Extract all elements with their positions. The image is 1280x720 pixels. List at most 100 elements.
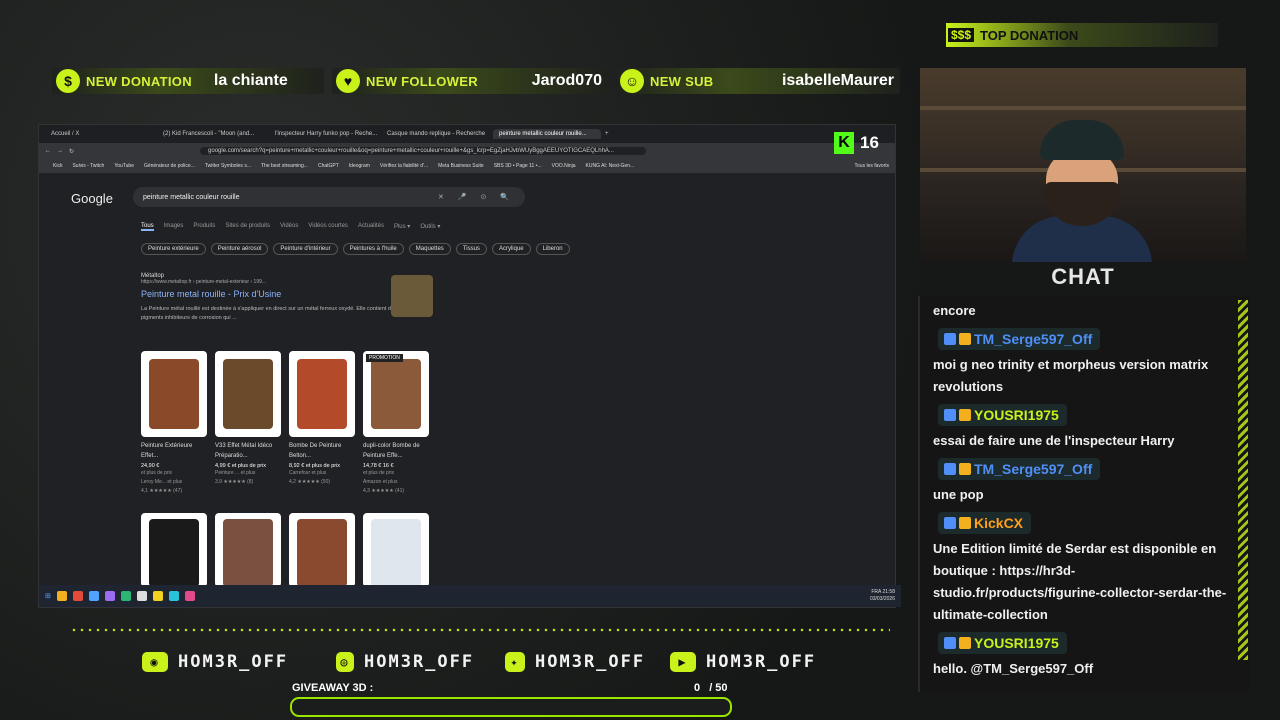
- taskbar-app-icon[interactable]: [120, 591, 131, 601]
- taskbar-app-icon[interactable]: [72, 591, 83, 601]
- browser-tab-active[interactable]: peinture metallic couleur rouille...: [493, 129, 601, 139]
- tab-images[interactable]: Images: [164, 223, 184, 231]
- tab-plus[interactable]: Plus ▾: [394, 223, 410, 231]
- clock-time: 21:58: [882, 589, 895, 595]
- start-icon[interactable]: ⊞: [45, 592, 51, 600]
- filter-chip[interactable]: Maquettes: [408, 243, 451, 255]
- chat-username[interactable]: TM_Serge597_Off: [938, 458, 1101, 480]
- social-twitter: ✦ HOM3R_OFF: [505, 652, 645, 672]
- taskbar-app-icon[interactable]: [168, 591, 179, 601]
- product-image[interactable]: [289, 513, 355, 587]
- taskbar-app-icon[interactable]: [88, 591, 99, 601]
- search-tools-icons[interactable]: ✕ 🎤 ⊙ 🔍: [438, 193, 515, 201]
- product-extra: et plus de prix: [363, 470, 395, 476]
- follower-label: NEW FOLLOWER: [366, 73, 478, 89]
- bookmark-item[interactable]: Suivis - Twitch: [72, 163, 104, 169]
- product-image[interactable]: PROMOTION: [363, 351, 429, 437]
- product-card[interactable]: PROMOTION dupli-color Bombe de Peinture …: [363, 351, 429, 496]
- browser-tab[interactable]: Accueil / X: [45, 129, 153, 139]
- tab-videos-courtes[interactable]: Vidéos courtes: [308, 223, 348, 231]
- product-rating: 4,2 ★★★★★ (50): [289, 479, 331, 485]
- bookmark-item[interactable]: Kick: [53, 163, 62, 169]
- chat-username[interactable]: TM_Serge597_Off: [938, 328, 1101, 350]
- taskbar-app-icon[interactable]: [152, 591, 163, 601]
- taskbar-app-icon[interactable]: [104, 591, 115, 601]
- product-name[interactable]: Bombe De Peinture Belton...: [289, 441, 355, 461]
- browser-tab[interactable]: (2) Kid Francescoli - "Moon (and...: [157, 129, 265, 139]
- bookmark-item[interactable]: Twitter Symboles s...: [205, 163, 251, 169]
- result-title-link[interactable]: Peinture metal rouille - Prix d'Usine: [141, 289, 431, 299]
- product-name[interactable]: dupli-color Bombe de Peinture Effe...: [363, 441, 429, 461]
- bookmark-item[interactable]: Ideogram: [349, 163, 370, 169]
- tab-videos[interactable]: Vidéos: [280, 223, 298, 231]
- taskbar-app-icon[interactable]: [136, 591, 147, 601]
- product-image[interactable]: [141, 351, 207, 437]
- filter-chip[interactable]: Acrylique: [491, 243, 531, 255]
- filter-chip[interactable]: Peinture extérieure: [141, 243, 206, 255]
- bookmark-item[interactable]: SBS 3D • Page 11 •...: [494, 163, 542, 169]
- bookmark-item[interactable]: VOO.Ninja: [552, 163, 576, 169]
- product-image[interactable]: [363, 513, 429, 587]
- giveaway-count: 0: [694, 682, 701, 694]
- product-photo: [297, 519, 347, 587]
- product-name[interactable]: Peinture Extérieure Effet...: [141, 441, 207, 461]
- google-logo[interactable]: Google: [71, 191, 113, 206]
- product-card[interactable]: [363, 513, 429, 587]
- forward-icon[interactable]: →: [57, 148, 63, 154]
- taskbar-app-icon[interactable]: [56, 591, 67, 601]
- bookmark-item[interactable]: YouTube: [114, 163, 134, 169]
- chat-username[interactable]: YOUSRI1975: [938, 404, 1067, 426]
- tab-tous[interactable]: Tous: [141, 223, 154, 231]
- bookmark-item[interactable]: KUNG AI: Next-Gen...: [586, 163, 635, 169]
- product-name[interactable]: V33 Effet Métal Idéco Préparatio...: [215, 441, 281, 461]
- filter-chip[interactable]: Peinture d'intérieur: [273, 243, 338, 255]
- filter-chip[interactable]: Liberon: [535, 243, 570, 255]
- chat-username[interactable]: KickCX: [938, 512, 1032, 534]
- product-card[interactable]: Peinture Extérieure Effet... 24,90 € et …: [141, 351, 207, 496]
- money-icon: $$$: [948, 28, 975, 42]
- bookmark-item[interactable]: Meta Business Suite: [438, 163, 484, 169]
- taskbar-app-icon[interactable]: [184, 591, 195, 601]
- chat-message: hello. @TM_Serge597_Off: [933, 661, 1094, 676]
- reload-icon[interactable]: ↻: [69, 148, 74, 155]
- bookmark-item[interactable]: The best streaming...: [261, 163, 308, 169]
- product-seller: Carrefour et plus: [289, 470, 327, 476]
- filter-chip[interactable]: Peintures à l'huile: [342, 243, 404, 255]
- filter-chip[interactable]: Tissus: [455, 243, 487, 255]
- search-input[interactable]: peinture metallic couleur rouille ✕ 🎤 ⊙ …: [133, 187, 525, 207]
- top-donation-label: TOP DONATION: [980, 27, 1079, 43]
- product-card[interactable]: [141, 513, 207, 587]
- language-indicator: FRA: [871, 589, 882, 595]
- product-card[interactable]: V33 Effet Métal Idéco Préparatio... 4,99…: [215, 351, 281, 496]
- chat-message: essai de faire une de l'inspecteur Harry: [933, 433, 1175, 448]
- system-tray[interactable]: FRA 21:58 03/03/2026: [870, 589, 895, 603]
- chat-username[interactable]: YOUSRI1975: [938, 632, 1067, 654]
- social-discord: ◉ HOM3R_OFF: [142, 652, 288, 672]
- tab-sites-produits[interactable]: Sites de produits: [225, 223, 270, 231]
- result-thumbnail[interactable]: [391, 275, 433, 317]
- tab-outils[interactable]: Outils ▾: [420, 223, 440, 231]
- filter-chip[interactable]: Peinture aérosol: [210, 243, 269, 255]
- product-card[interactable]: [289, 513, 355, 587]
- clock-date: 03/03/2026: [869, 596, 895, 602]
- product-image[interactable]: [141, 513, 207, 587]
- bookmark-item[interactable]: ChatGPT: [318, 163, 339, 169]
- product-seller: Amazon et plus: [363, 479, 398, 485]
- product-image[interactable]: [215, 513, 281, 587]
- product-image[interactable]: [289, 351, 355, 437]
- browser-tab[interactable]: l'inspecteur Harry funko pop - Reche...: [269, 129, 377, 139]
- product-card[interactable]: [215, 513, 281, 587]
- badge-icon: [944, 463, 956, 475]
- bookmark-item[interactable]: Tous les favoris: [855, 163, 889, 169]
- product-card[interactable]: Bombe De Peinture Belton... 8,92 € et pl…: [289, 351, 355, 496]
- bookmark-item[interactable]: Générateur de police...: [144, 163, 195, 169]
- social-handle: HOM3R_OFF: [364, 652, 475, 672]
- back-icon[interactable]: ←: [45, 148, 51, 154]
- new-tab-icon[interactable]: +: [605, 131, 609, 137]
- bookmark-item[interactable]: Vérifiez la fiabilité d'...: [380, 163, 428, 169]
- address-input[interactable]: google.com/search?q=peinture+metallic+co…: [200, 147, 647, 155]
- browser-tab[interactable]: Casque mando replique - Recherche: [381, 129, 489, 139]
- product-image[interactable]: [215, 351, 281, 437]
- tab-produits[interactable]: Produits: [193, 223, 215, 231]
- tab-actualites[interactable]: Actualités: [358, 223, 384, 231]
